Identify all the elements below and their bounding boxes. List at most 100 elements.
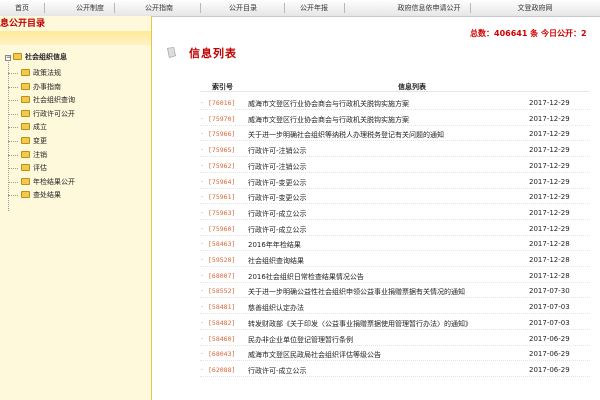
item-title-link[interactable]: 行政许可-变更公示	[248, 193, 307, 203]
item-title-link[interactable]: 2016年年检结果	[248, 240, 301, 250]
item-title-link[interactable]: 2016社会组织日常检查结果情况公告	[248, 272, 364, 282]
index-code[interactable]: [58460]	[208, 335, 235, 343]
item-date: 2017-07-30	[529, 287, 570, 296]
bullet-icon: ·	[201, 99, 204, 107]
bullet-icon: ·	[201, 350, 204, 359]
item-date: 2017-12-28	[529, 256, 570, 264]
bullet-icon: ·	[201, 130, 204, 139]
nav-home[interactable]: 首页	[0, 0, 44, 16]
index-code[interactable]: [75965]	[208, 146, 235, 154]
index-code[interactable]: [68043]	[208, 350, 235, 358]
list-item: · [75960] 行政许可-成立公示 2017-12-29	[0, 221, 600, 236]
list-item: · [58552] 关于进一步明确公益性社会组织申领公益事业捐赠票据有关情况的通知 2…	[0, 283, 600, 299]
list-item: · [58463] 2016年年检结果 2017-12-28	[0, 236, 600, 252]
index-code[interactable]: [75970]	[208, 115, 235, 123]
nav-guide[interactable]: 公开指南	[114, 0, 204, 16]
index-code[interactable]: [58552]	[208, 287, 235, 295]
item-title-link[interactable]: 行政许可-注销公示	[248, 146, 307, 156]
item-title-link[interactable]: 威海市文登区行业协会商会与行政机关脱钩实施方案	[248, 115, 409, 125]
item-title-link[interactable]: 行政许可-变更公示	[248, 178, 307, 188]
item-date: 2017-12-29	[529, 193, 570, 202]
index-code[interactable]: [59520]	[208, 256, 235, 264]
list-item: · [76016] 威海市文登区行业协会商会与行政机关脱钩实施方案 2017-12-2…	[0, 95, 600, 110]
bullet-icon: ·	[201, 256, 204, 264]
list-item: · [59520] 社会组织查询结果 2017-12-28	[0, 252, 600, 267]
nav-catalog[interactable]: 公开目录	[200, 0, 286, 16]
bullet-icon: ·	[201, 208, 204, 217]
list-item: · [62088] 行政许可-成立公示 2017-06-29	[0, 362, 600, 377]
list-item: · [68007] 2016社会组织日常检查结果情况公告 2017-12-28	[0, 268, 600, 283]
item-date: 2017-06-29	[529, 365, 570, 374]
header-divider	[200, 91, 590, 92]
collapse-icon[interactable]: −	[5, 55, 11, 61]
index-code[interactable]: [75962]	[208, 162, 235, 170]
item-date: 2017-12-28	[529, 271, 570, 280]
row-divider	[200, 375, 590, 377]
index-code[interactable]: [75961]	[208, 193, 235, 201]
nav-annual-report[interactable]: 公开年报	[284, 0, 344, 16]
list-item: · [75961] 行政许可-变更公示 2017-12-29	[0, 189, 600, 205]
item-date: 2017-12-28	[529, 240, 570, 249]
item-title-link[interactable]: 行政许可-注销公示	[248, 162, 307, 172]
item-title-link[interactable]: 行政许可-成立公示	[248, 209, 307, 219]
bullet-icon: ·	[201, 334, 204, 343]
bullet-icon: ·	[201, 240, 204, 249]
sidebar-header-bar	[0, 31, 151, 45]
item-title-link[interactable]: 慈善组织认定办法	[248, 303, 304, 313]
bullet-icon: ·	[201, 193, 204, 202]
item-title-link[interactable]: 威海市文登区民政局社会组织评估等级公告	[248, 350, 381, 360]
folder-icon	[21, 82, 30, 90]
sidebar-item-label: 办事指南	[33, 82, 61, 91]
index-code[interactable]: [75964]	[208, 178, 235, 186]
item-title-link[interactable]: 行政许可-成立公示	[248, 366, 307, 376]
nav-separator	[200, 3, 201, 13]
item-date: 2017-06-29	[529, 334, 570, 343]
item-title-link[interactable]: 行政许可-成立公示	[248, 225, 307, 235]
list-icon	[167, 47, 176, 58]
page-title: 信息列表	[189, 47, 237, 60]
item-title-link[interactable]: 关于进一步明确社会组织等纳税人办理税务登记有关问题的通知	[248, 130, 444, 140]
sidebar-item[interactable]: 办事指南	[21, 82, 61, 93]
list-item: · [75965] 行政许可-注销公示 2017-12-29	[0, 142, 600, 158]
index-code[interactable]: [58463]	[208, 240, 235, 248]
item-date: 2017-07-03	[529, 318, 570, 327]
bullet-icon: ·	[201, 318, 204, 327]
nav-separator	[470, 3, 471, 13]
item-date: 2017-12-29	[529, 130, 570, 139]
nav-separator	[284, 3, 285, 13]
index-code[interactable]: [75966]	[208, 130, 235, 138]
item-title-link[interactable]: 社会组织查询结果	[248, 256, 304, 266]
item-title-link[interactable]: 转发财政部《关于印发〈公益事业捐赠票据使用管理暂行办法〉的通知》	[248, 319, 472, 329]
list-item: · [75963] 行政许可-成立公示 2017-12-29	[0, 205, 600, 220]
bullet-icon: ·	[201, 287, 204, 296]
index-code[interactable]: [58481]	[208, 303, 235, 311]
list-item: · [75964] 行政许可-变更公示 2017-12-29	[0, 174, 600, 189]
bullet-icon: ·	[201, 177, 204, 186]
bullet-icon: ·	[201, 271, 204, 280]
tree-branch-line	[8, 86, 18, 88]
index-code[interactable]: [68007]	[208, 272, 235, 280]
bullet-icon: ·	[201, 114, 204, 123]
item-date: 2017-12-29	[529, 146, 570, 155]
index-code[interactable]: [76016]	[208, 99, 235, 107]
sidebar-item[interactable]: 政策法规	[21, 68, 61, 79]
item-date: 2017-07-03	[529, 303, 570, 312]
item-title-link[interactable]: 民办非企业单位登记管理暂行条例	[248, 335, 353, 345]
item-title-link[interactable]: 威海市文登区行业协会商会与行政机关脱钩实施方案	[248, 99, 409, 109]
index-code[interactable]: [58482]	[208, 319, 235, 327]
tree-root[interactable]: − 社会组织信息	[5, 52, 67, 63]
list-item: · [75962] 行政许可-注销公示 2017-12-29	[0, 158, 600, 173]
bullet-icon: ·	[201, 365, 204, 374]
nav-separator	[44, 3, 45, 13]
index-code[interactable]: [75963]	[208, 209, 235, 217]
tree-branch-line	[8, 73, 18, 74]
item-title-link[interactable]: 关于进一步明确公益性社会组织申领公益事业捐赠票据有关情况的通知	[248, 287, 465, 297]
bullet-icon: ·	[201, 303, 204, 312]
index-code[interactable]: [75960]	[208, 225, 235, 233]
nav-wendeng-gov[interactable]: 文登政府网	[470, 0, 600, 16]
item-date: 2017-12-29	[529, 99, 570, 107]
nav-separator	[344, 3, 345, 13]
item-date: 2017-12-29	[529, 208, 570, 217]
item-date: 2017-06-29	[529, 350, 570, 359]
index-code[interactable]: [62088]	[208, 366, 235, 374]
